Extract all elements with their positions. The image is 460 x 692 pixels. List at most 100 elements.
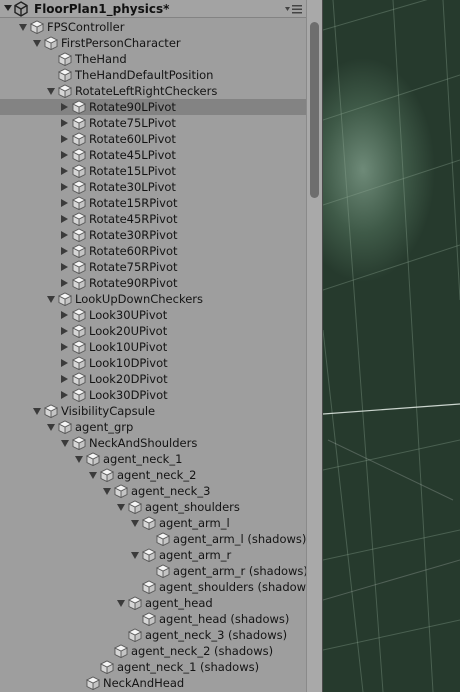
collapsed-arrow-icon[interactable] — [61, 343, 68, 351]
hierarchy-row[interactable]: RotateLeftRightCheckers — [0, 83, 306, 99]
gameobject-cube-icon — [141, 516, 157, 531]
expanded-arrow-icon[interactable] — [47, 88, 55, 95]
scrollbar-thumb[interactable] — [310, 22, 319, 198]
gameobject-cube-icon — [99, 660, 115, 675]
hierarchy-row[interactable]: agent_neck_2 (shadows) — [0, 643, 306, 659]
hierarchy-row[interactable]: TheHandDefaultPosition — [0, 67, 306, 83]
hierarchy-row-label: Rotate15RPivot — [89, 196, 178, 210]
floor-grid — [323, 0, 460, 692]
collapsed-arrow-icon[interactable] — [61, 327, 68, 335]
expanded-arrow-icon[interactable] — [89, 472, 97, 479]
hierarchy-row[interactable]: NeckAndHead — [0, 675, 306, 691]
panel-menu-icon[interactable] — [284, 3, 304, 15]
hierarchy-row[interactable]: agent_neck_3 (shadows) — [0, 627, 306, 643]
collapsed-arrow-icon[interactable] — [61, 375, 68, 383]
scene-header[interactable]: FloorPlan1_physics* — [0, 0, 310, 18]
collapsed-arrow-icon[interactable] — [61, 151, 68, 159]
collapsed-arrow-icon[interactable] — [61, 215, 68, 223]
gameobject-cube-icon — [57, 52, 73, 67]
expanded-arrow-icon[interactable] — [103, 488, 111, 495]
hierarchy-row[interactable]: agent_neck_3 — [0, 483, 306, 499]
collapsed-arrow-icon[interactable] — [61, 359, 68, 367]
expanded-arrow-icon[interactable] — [33, 40, 41, 47]
expanded-arrow-icon[interactable] — [47, 296, 55, 303]
expanded-arrow-icon[interactable] — [61, 440, 69, 447]
expanded-arrow-icon[interactable] — [117, 600, 125, 607]
hierarchy-row[interactable]: Rotate15LPivot — [0, 163, 306, 179]
gameobject-cube-icon — [71, 212, 87, 227]
collapsed-arrow-icon[interactable] — [61, 311, 68, 319]
hierarchy-row-label: agent_arm_l — [159, 516, 230, 530]
hierarchy-row[interactable]: TheHand — [0, 51, 306, 67]
hierarchy-row[interactable]: FPSController — [0, 19, 306, 35]
expanded-arrow-icon[interactable] — [47, 424, 55, 431]
expanded-arrow-icon[interactable] — [33, 408, 41, 415]
hierarchy-row[interactable]: Look10UPivot — [0, 339, 306, 355]
hierarchy-row-label: Rotate75RPivot — [89, 260, 178, 274]
hierarchy-row[interactable]: agent_head (shadows) — [0, 611, 306, 627]
hierarchy-row[interactable]: agent_arm_r (shadows) — [0, 563, 308, 579]
hierarchy-row-label: agent_neck_2 — [117, 468, 197, 482]
hierarchy-row[interactable]: agent_head — [0, 595, 306, 611]
collapsed-arrow-icon[interactable] — [61, 247, 68, 255]
hierarchy-row[interactable]: Rotate45LPivot — [0, 147, 306, 163]
gameobject-cube-icon — [71, 260, 87, 275]
hierarchy-row[interactable]: Rotate15RPivot — [0, 195, 306, 211]
hierarchy-row-label: Look10UPivot — [89, 340, 168, 354]
collapsed-arrow-icon[interactable] — [61, 167, 68, 175]
hierarchy-row[interactable]: Rotate75RPivot — [0, 259, 306, 275]
hierarchy-row[interactable]: Rotate75LPivot — [0, 115, 306, 131]
hierarchy-row[interactable]: VisibilityCapsule — [0, 403, 306, 419]
collapsed-arrow-icon[interactable] — [61, 119, 68, 127]
hierarchy-row[interactable]: LookUpDownCheckers — [0, 291, 306, 307]
hierarchy-row-label: VisibilityCapsule — [61, 404, 156, 418]
hierarchy-row[interactable]: Look20UPivot — [0, 323, 306, 339]
gameobject-cube-icon — [57, 292, 73, 307]
hierarchy-row[interactable]: Look30UPivot — [0, 307, 306, 323]
hierarchy-row[interactable]: NeckAndShoulders — [0, 435, 306, 451]
hierarchy-row[interactable]: Rotate90LPivot — [0, 99, 306, 115]
hierarchy-row[interactable]: Rotate30RPivot — [0, 227, 306, 243]
expanded-arrow-icon[interactable] — [117, 504, 125, 511]
hierarchy-row-label: Rotate90LPivot — [89, 100, 176, 114]
hierarchy-row-label: agent_shoulders — [145, 500, 240, 514]
hierarchy-row-label: agent_neck_1 — [103, 452, 183, 466]
collapsed-arrow-icon[interactable] — [61, 199, 68, 207]
hierarchy-row[interactable]: Look20DPivot — [0, 371, 306, 387]
collapsed-arrow-icon[interactable] — [61, 391, 68, 399]
hierarchy-row[interactable]: Rotate60LPivot — [0, 131, 306, 147]
hierarchy-row[interactable]: agent_arm_l (shadows) — [0, 531, 306, 547]
hierarchy-row[interactable]: agent_neck_1 (shadows) — [0, 659, 306, 675]
collapsed-arrow-icon[interactable] — [61, 135, 68, 143]
hierarchy-row[interactable]: agent_grp — [0, 419, 306, 435]
hierarchy-row-label: Rotate75LPivot — [89, 116, 176, 130]
collapsed-arrow-icon[interactable] — [61, 103, 68, 111]
hierarchy-row-label: agent_head (shadows) — [159, 612, 290, 626]
hierarchy-row[interactable]: FirstPersonCharacter — [0, 35, 306, 51]
expanded-arrow-icon[interactable] — [75, 456, 83, 463]
scene-expand-arrow-icon[interactable] — [4, 5, 12, 11]
hierarchy-row[interactable]: Rotate30LPivot — [0, 179, 306, 195]
hierarchy-row[interactable]: agent_shoulders — [0, 499, 306, 515]
hierarchy-row[interactable]: agent_neck_2 — [0, 467, 306, 483]
hierarchy-row[interactable]: Look10DPivot — [0, 355, 306, 371]
scene-viewport[interactable] — [323, 0, 460, 692]
hierarchy-scrollbar[interactable] — [306, 0, 322, 692]
collapsed-arrow-icon[interactable] — [61, 279, 68, 287]
hierarchy-row[interactable]: agent_neck_1 — [0, 451, 306, 467]
expanded-arrow-icon[interactable] — [131, 552, 139, 559]
gameobject-cube-icon — [71, 388, 87, 403]
gameobject-cube-icon — [57, 84, 73, 99]
hierarchy-row[interactable]: agent_arm_l — [0, 515, 306, 531]
hierarchy-row[interactable]: agent_shoulders (shadows) — [0, 579, 317, 595]
collapsed-arrow-icon[interactable] — [61, 231, 68, 239]
hierarchy-row[interactable]: Look30DPivot — [0, 387, 306, 403]
collapsed-arrow-icon[interactable] — [61, 183, 68, 191]
expanded-arrow-icon[interactable] — [131, 520, 139, 527]
hierarchy-row[interactable]: agent_arm_r — [0, 547, 306, 563]
hierarchy-row[interactable]: Rotate90RPivot — [0, 275, 306, 291]
hierarchy-row[interactable]: Rotate60RPivot — [0, 243, 306, 259]
expanded-arrow-icon[interactable] — [19, 24, 27, 31]
collapsed-arrow-icon[interactable] — [61, 263, 68, 271]
hierarchy-row[interactable]: Rotate45RPivot — [0, 211, 306, 227]
